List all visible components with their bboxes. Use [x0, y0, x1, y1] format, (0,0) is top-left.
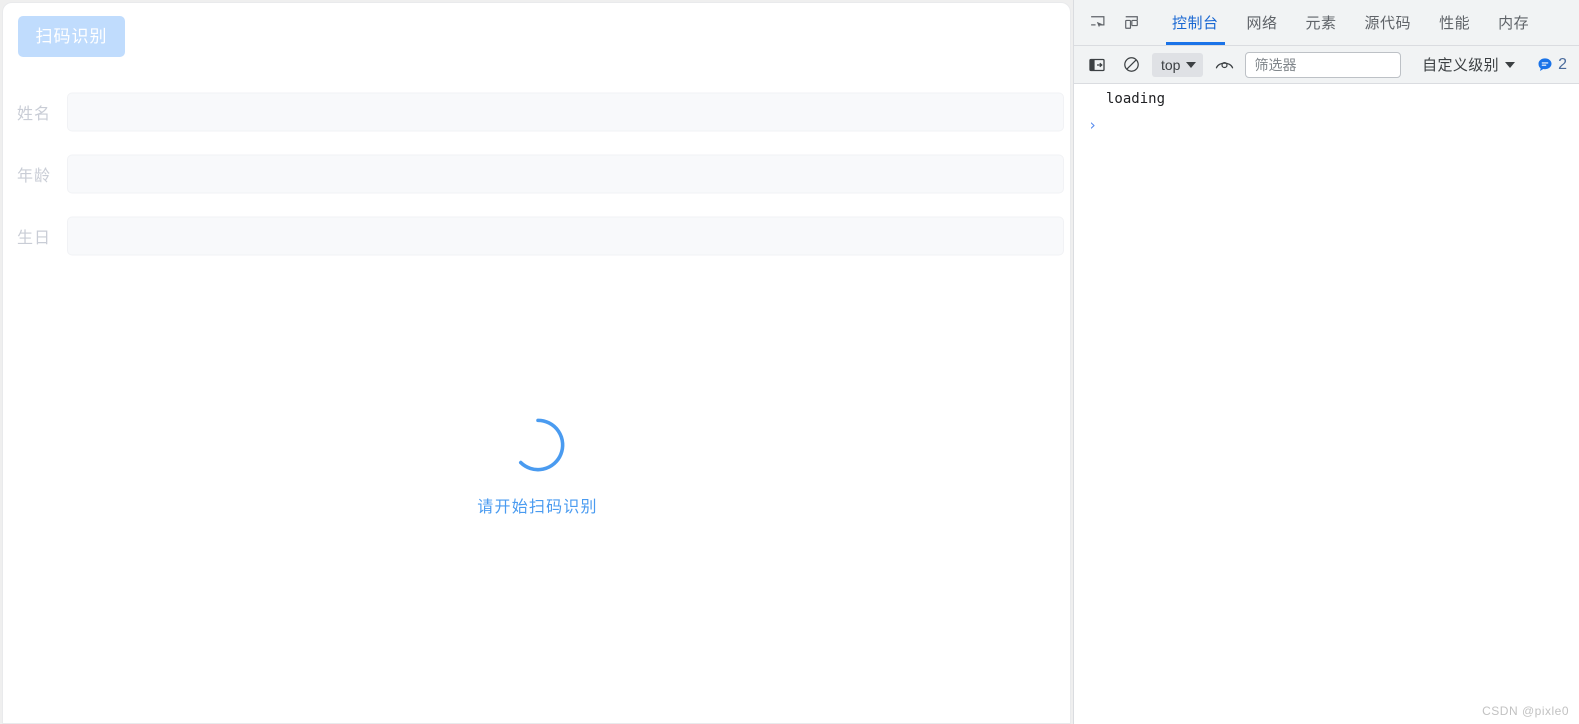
- tab-sources[interactable]: 源代码: [1351, 0, 1426, 45]
- form-row-birthday: 生日: [3, 205, 1070, 267]
- chevron-down-icon: [1186, 61, 1197, 68]
- message-bubble-icon: [1538, 57, 1552, 71]
- scan-code-button[interactable]: 扫码识别: [18, 16, 125, 57]
- console-output[interactable]: loading › CSDN @pixle0: [1074, 84, 1579, 724]
- devtools-tabbar: 控制台 网络 元素 源代码 性能 内存: [1074, 0, 1579, 46]
- loading-spinner-icon: [518, 418, 564, 472]
- tab-elements[interactable]: 元素: [1292, 0, 1351, 45]
- log-level-label: 自定义级别: [1422, 57, 1500, 74]
- name-input[interactable]: [67, 92, 1064, 132]
- live-expression-icon[interactable]: [1211, 52, 1237, 78]
- age-input[interactable]: [67, 154, 1064, 194]
- device-toolbar-icon[interactable]: [1114, 0, 1148, 45]
- loading-text: 请开始扫码识别: [477, 499, 598, 516]
- devtools-panel: 控制台 网络 元素 源代码 性能 内存 top 筛选器 自定义级别 2 load…: [1073, 0, 1579, 724]
- app-card: 扫码识别 姓名 年龄 生日 请开始扫码识别: [2, 2, 1071, 724]
- log-level-dropdown[interactable]: 自定义级别: [1422, 54, 1516, 75]
- chevron-down-icon: [1505, 61, 1516, 68]
- execution-context-value: top: [1161, 56, 1181, 73]
- console-prompt-row[interactable]: ›: [1074, 112, 1579, 134]
- tab-memory[interactable]: 内存: [1484, 0, 1543, 45]
- form-row-age: 年龄: [3, 143, 1070, 205]
- tab-console[interactable]: 控制台: [1158, 0, 1233, 45]
- label-birthday: 生日: [17, 230, 52, 247]
- execution-context-dropdown[interactable]: top: [1152, 52, 1204, 77]
- watermark: CSDN @pixle0: [1482, 704, 1569, 718]
- web-page-pane: 扫码识别 姓名 年龄 生日 请开始扫码识别: [0, 0, 1073, 724]
- console-toolbar: top 自定义级别 2: [1074, 46, 1579, 84]
- birthday-input[interactable]: [67, 216, 1064, 256]
- console-message: loading: [1106, 91, 1166, 107]
- scan-loading-block: 请开始扫码识别: [3, 417, 1070, 517]
- console-filter-input[interactable]: [1245, 51, 1402, 78]
- devtools-tab-list: 控制台 网络 元素 源代码 性能 内存: [1158, 0, 1543, 45]
- console-sidebar-icon[interactable]: [1084, 52, 1110, 78]
- message-count-badge[interactable]: 2: [1537, 56, 1567, 74]
- inspect-element-icon[interactable]: [1080, 0, 1114, 45]
- label-age: 年龄: [17, 168, 52, 185]
- console-prompt-icon: ›: [1088, 116, 1098, 135]
- clear-console-icon[interactable]: [1118, 52, 1144, 78]
- label-name: 姓名: [17, 106, 52, 123]
- tab-network[interactable]: 网络: [1233, 0, 1292, 45]
- tab-performance[interactable]: 性能: [1425, 0, 1484, 45]
- form-row-name: 姓名: [3, 81, 1070, 143]
- form-area: 姓名 年龄 生日: [3, 81, 1070, 267]
- message-count-value: 2: [1558, 55, 1567, 73]
